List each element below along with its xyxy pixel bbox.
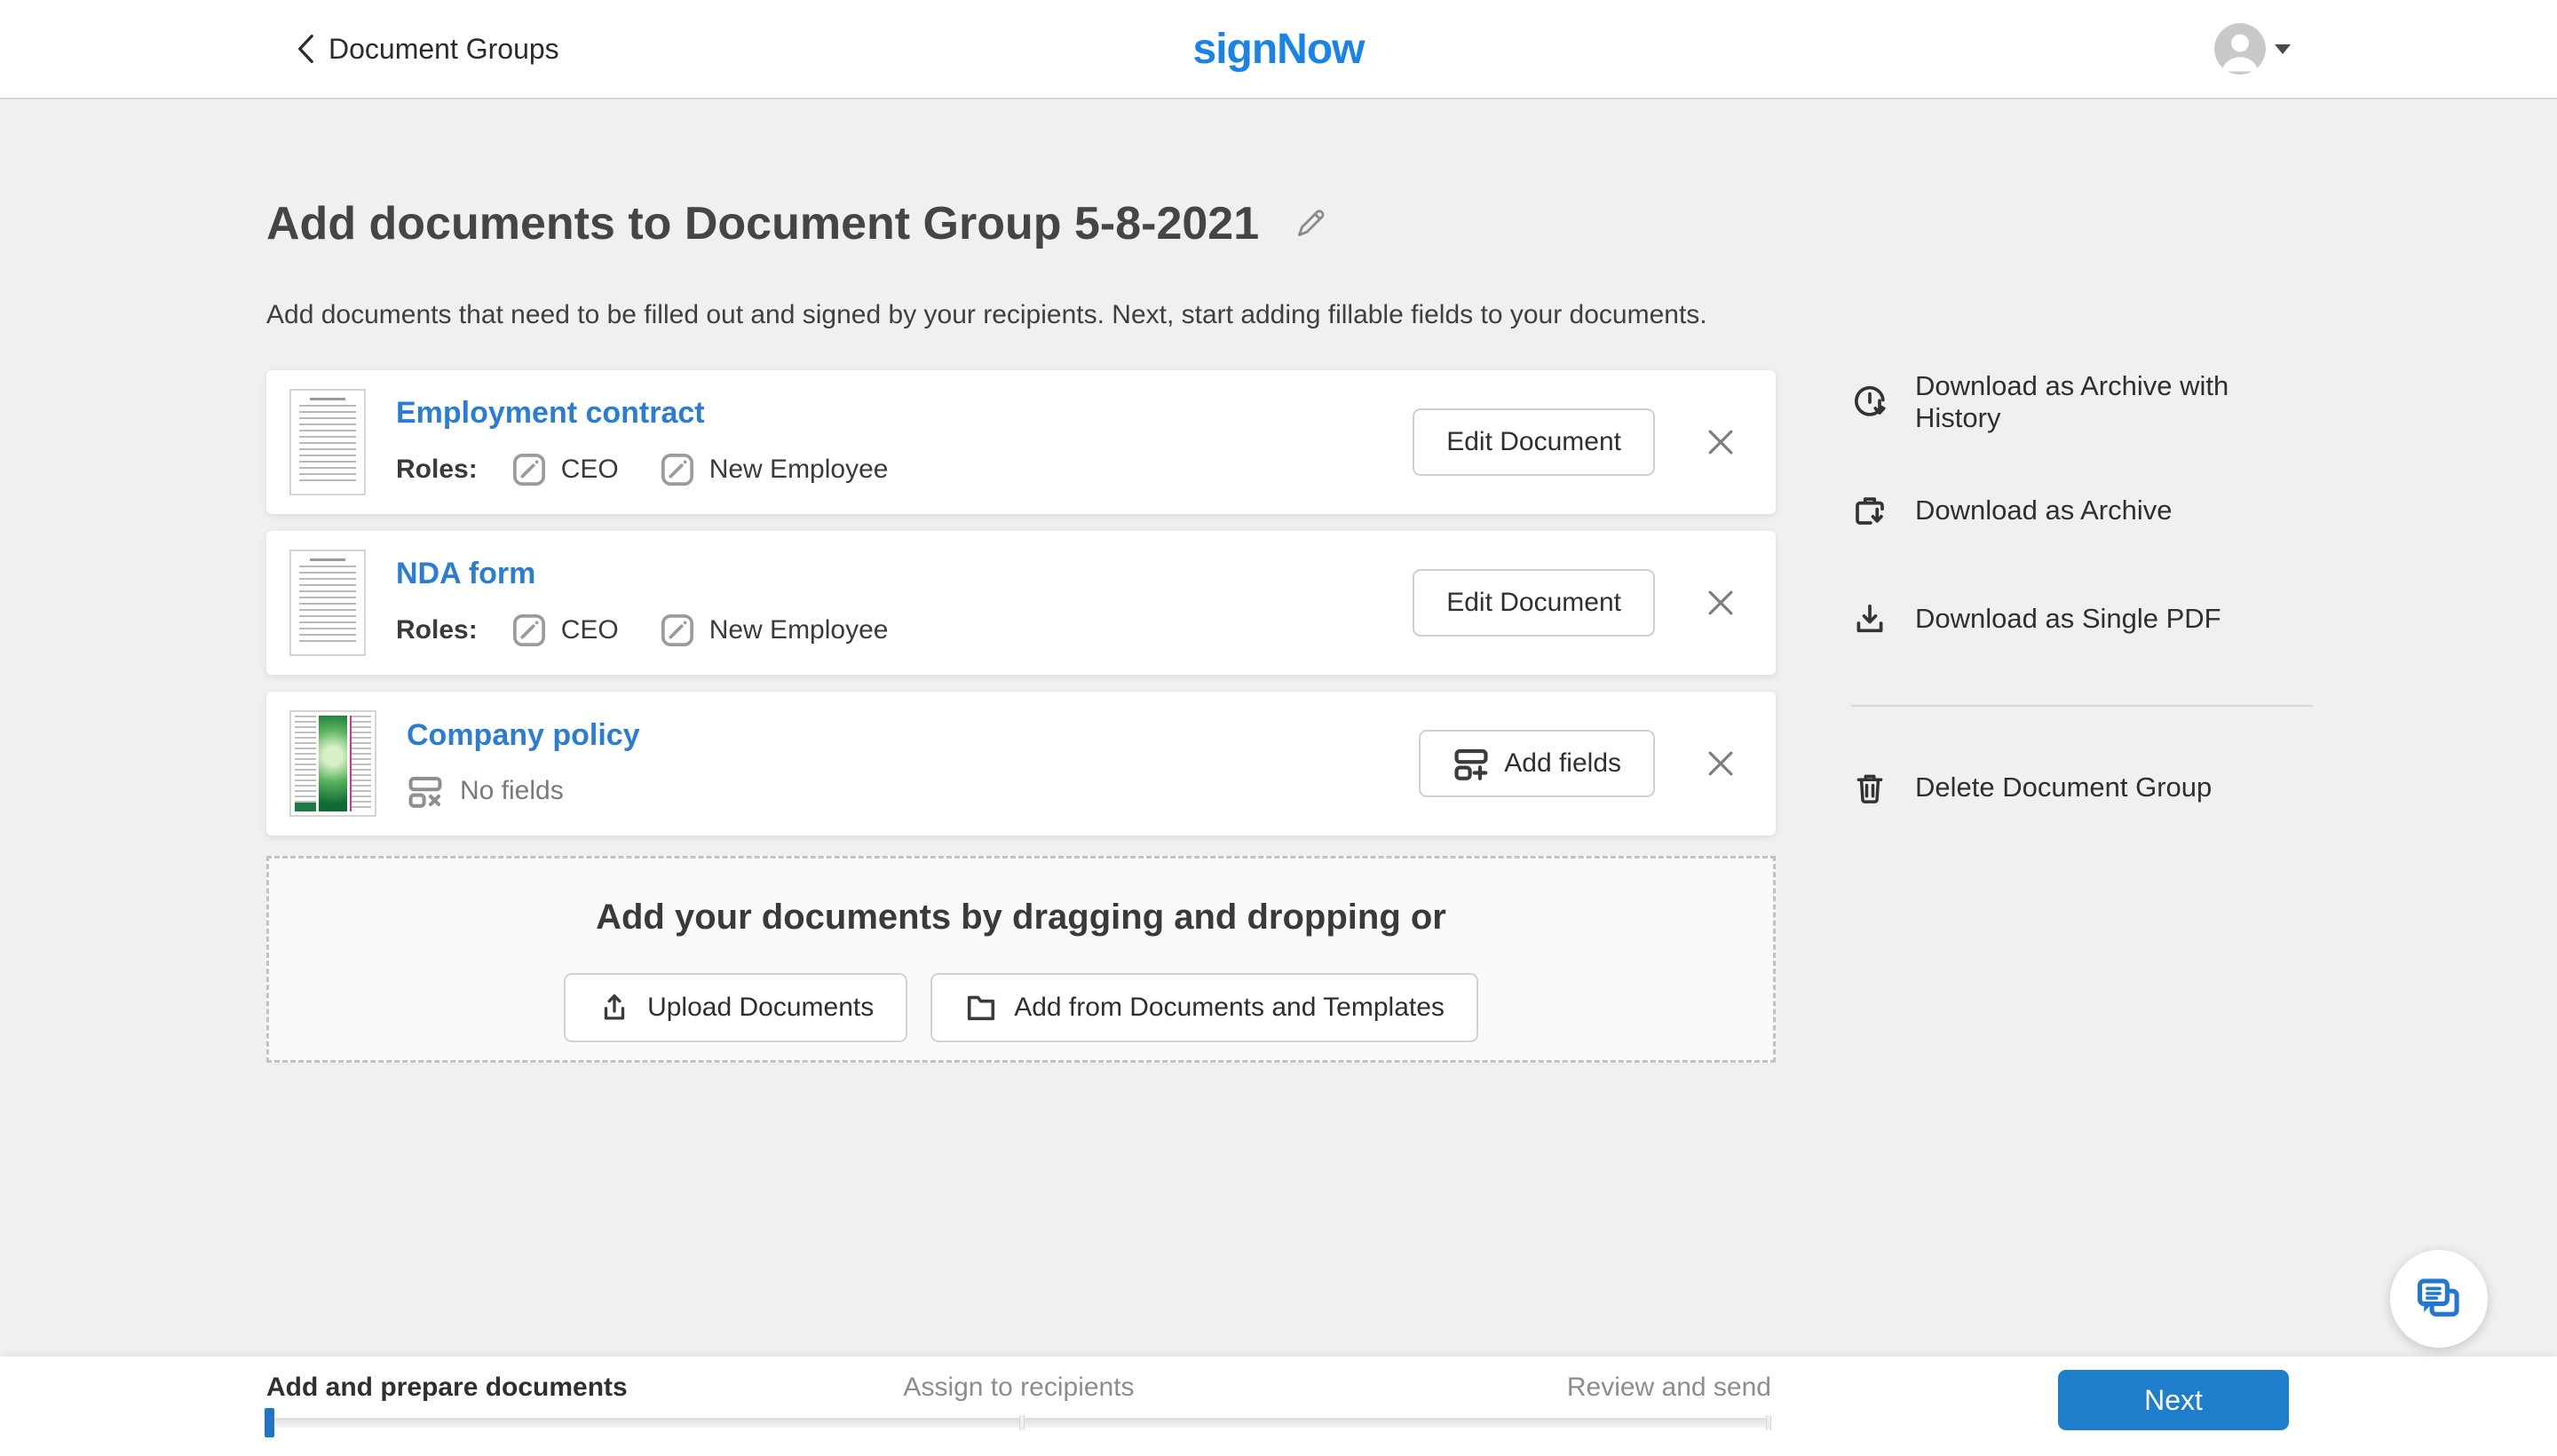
rail-item-label: Download as Single PDF <box>1915 603 2221 635</box>
role-name: New Employee <box>709 615 889 645</box>
edit-document-label: Edit Document <box>1446 588 1621 618</box>
progress-marker-step2 <box>1019 1415 1025 1430</box>
top-bar: Document Groups signNow <box>0 0 2557 99</box>
avatar <box>2214 23 2266 75</box>
step-review-and-send[interactable]: Review and send <box>1567 1373 1771 1403</box>
archive-download-icon <box>1851 492 1888 529</box>
folder-icon <box>964 991 998 1025</box>
wizard-steps: Add and prepare documents Assign to reci… <box>266 1357 1771 1456</box>
dropzone-heading: Add your documents by dragging and dropp… <box>596 898 1446 938</box>
document-card: NDA form Roles: CEO New Employee <box>266 531 1776 675</box>
trash-icon <box>1851 769 1888 806</box>
remove-document-button[interactable] <box>1701 583 1740 622</box>
edit-document-button[interactable]: Edit Document <box>1413 569 1655 637</box>
back-label: Document Groups <box>329 33 559 66</box>
thumb-right-column <box>350 716 371 811</box>
fields-status-label: No fields <box>460 776 564 806</box>
role-chip[interactable]: New Employee <box>658 450 889 489</box>
edit-document-label: Edit Document <box>1446 427 1621 457</box>
step-add-and-prepare[interactable]: Add and prepare documents <box>266 1373 628 1403</box>
rail-divider <box>1851 705 2313 707</box>
upload-icon <box>598 991 631 1025</box>
add-from-documents-button[interactable]: Add from Documents and Templates <box>930 973 1478 1042</box>
thumb-left-column <box>295 716 316 811</box>
download-archive-history[interactable]: Download as Archive with History <box>1851 380 2313 424</box>
history-download-icon <box>1851 384 1888 421</box>
document-title-link[interactable]: NDA form <box>396 557 535 591</box>
add-from-documents-label: Add from Documents and Templates <box>1014 993 1445 1023</box>
edit-title-button[interactable] <box>1293 206 1328 241</box>
chat-icon <box>2414 1274 2464 1324</box>
role-edit-icon <box>510 450 549 489</box>
progress-marker-step3 <box>1766 1415 1771 1430</box>
progress-marker-active <box>265 1408 274 1437</box>
role-chip[interactable]: CEO <box>510 450 619 489</box>
thumb-globe-panel <box>319 716 348 811</box>
add-fields-icon <box>1453 745 1490 782</box>
fields-status: No fields <box>407 772 564 810</box>
back-to-document-groups[interactable]: Document Groups <box>295 0 559 98</box>
document-card: Employment contract Roles: CEO New Emplo… <box>266 370 1776 514</box>
add-fields-label: Add fields <box>1504 748 1621 779</box>
rail-item-label: Delete Document Group <box>1915 772 2212 803</box>
download-icon <box>1851 600 1888 637</box>
delete-document-group[interactable]: Delete Document Group <box>1851 765 2313 810</box>
caret-down-icon <box>2275 44 2291 54</box>
close-icon <box>1704 425 1738 459</box>
role-chip[interactable]: New Employee <box>658 611 889 650</box>
remove-document-button[interactable] <box>1701 744 1740 783</box>
rail-item-label: Download as Archive with History <box>1915 370 2313 434</box>
rail-item-label: Download as Archive <box>1915 495 2173 526</box>
document-group-page: Document Groups signNow Add documents to… <box>0 0 2557 1456</box>
role-name: New Employee <box>709 455 889 485</box>
step-assign-to-recipients[interactable]: Assign to recipients <box>903 1373 1134 1403</box>
page-subtitle: Add documents that need to be filled out… <box>266 300 1707 330</box>
no-fields-icon <box>407 772 444 810</box>
roles-label: Roles: <box>396 455 478 485</box>
document-thumbnail <box>289 389 366 495</box>
signnow-logo[interactable]: signNow <box>1193 0 1365 98</box>
role-chip[interactable]: CEO <box>510 611 619 650</box>
upload-documents-label: Upload Documents <box>647 993 874 1023</box>
edit-document-button[interactable]: Edit Document <box>1413 408 1655 476</box>
close-icon <box>1704 747 1738 780</box>
role-name: CEO <box>561 455 619 485</box>
document-card: Company policy No fields Add fields <box>266 692 1776 835</box>
next-button[interactable]: Next <box>2058 1370 2289 1430</box>
wizard-footer: Add and prepare documents Assign to reci… <box>0 1357 2557 1456</box>
document-thumbnail <box>289 550 366 656</box>
remove-document-button[interactable] <box>1701 423 1740 462</box>
account-menu[interactable] <box>2214 0 2291 98</box>
download-single-pdf[interactable]: Download as Single PDF <box>1851 597 2313 641</box>
page-title: Add documents to Document Group 5-8-2021 <box>266 197 1259 250</box>
close-icon <box>1704 586 1738 620</box>
role-edit-icon <box>658 450 697 489</box>
document-group-actions: Download as Archive with History Downloa… <box>1851 380 2313 874</box>
role-edit-icon <box>510 611 549 650</box>
document-title-link[interactable]: Company policy <box>407 718 640 753</box>
help-chat-button[interactable] <box>2390 1250 2488 1348</box>
document-title-link[interactable]: Employment contract <box>396 396 705 431</box>
download-archive[interactable]: Download as Archive <box>1851 488 2313 533</box>
drag-drop-zone[interactable]: Add your documents by dragging and dropp… <box>266 856 1776 1063</box>
upload-documents-button[interactable]: Upload Documents <box>564 973 907 1042</box>
chevron-left-icon <box>295 33 316 65</box>
roles-label: Roles: <box>396 615 478 645</box>
progress-track <box>266 1418 1771 1428</box>
role-edit-icon <box>658 611 697 650</box>
add-fields-button[interactable]: Add fields <box>1419 730 1655 797</box>
document-thumbnail <box>289 710 376 817</box>
role-name: CEO <box>561 615 619 645</box>
